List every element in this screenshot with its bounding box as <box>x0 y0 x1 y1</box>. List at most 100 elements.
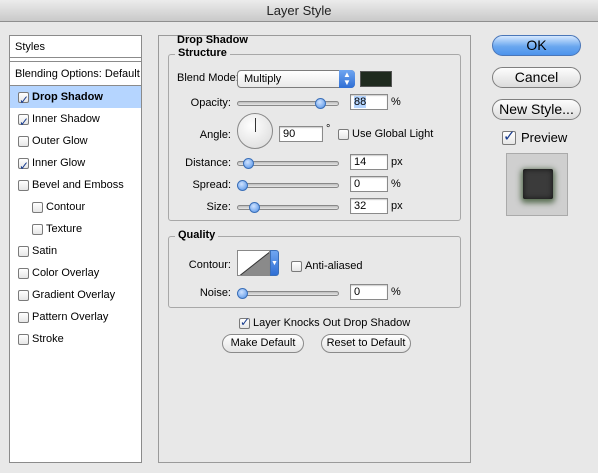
sidebar-item-gradient-overlay[interactable]: Gradient Overlay <box>10 284 141 306</box>
spread-unit: % <box>391 178 401 190</box>
sidebar-item-label: Contour <box>46 201 86 213</box>
sidebar-item-inner-shadow[interactable]: Inner Shadow <box>10 108 141 133</box>
sidebar-item-label: Stroke <box>32 333 64 345</box>
sidebar-item-label: Satin <box>32 245 58 257</box>
shadow-color-swatch[interactable] <box>360 71 392 87</box>
window-title: Layer Style <box>0 0 598 22</box>
noise-slider[interactable] <box>237 288 339 299</box>
preview-checkbox[interactable] <box>502 127 516 145</box>
sidebar-item-label: Drop Shadow <box>32 91 103 103</box>
size-field[interactable]: 32 <box>350 198 388 214</box>
spread-slider[interactable] <box>237 180 339 191</box>
sidebar-item-checkbox[interactable] <box>18 155 29 177</box>
styles-list: Styles Blending Options: Default Drop Sh… <box>9 35 142 463</box>
angle-label: Angle: <box>199 129 231 141</box>
sidebar-item-pattern-overlay[interactable]: Pattern Overlay <box>10 306 141 328</box>
size-slider[interactable] <box>237 202 339 213</box>
style-preview-thumbnail <box>506 153 568 216</box>
chevron-down-icon[interactable]: ▼ <box>270 250 279 276</box>
sidebar-item-bevel-and-emboss[interactable]: Bevel and Emboss <box>10 174 141 196</box>
sidebar-item-checkbox[interactable] <box>18 267 29 279</box>
contour-curve-icon <box>239 251 269 275</box>
distance-label: Distance: <box>185 157 231 169</box>
angle-field[interactable]: 90 <box>279 126 323 142</box>
angle-dial-icon[interactable] <box>237 113 273 149</box>
preview-option[interactable]: Preview <box>502 127 568 145</box>
distance-field[interactable]: 14 <box>350 154 388 170</box>
distance-unit: px <box>391 156 403 168</box>
sidebar-item-checkbox[interactable] <box>18 89 29 111</box>
sidebar-item-label: Inner Shadow <box>32 113 100 125</box>
sidebar-item-checkbox[interactable] <box>18 245 29 257</box>
spread-field[interactable]: 0 <box>350 176 388 192</box>
size-unit: px <box>391 200 403 212</box>
knockout-label: Layer Knocks Out Drop Shadow <box>253 317 411 329</box>
sidebar-item-checkbox[interactable] <box>32 201 43 213</box>
up-down-arrows-icon: ▲ ▼ <box>339 70 355 88</box>
size-label: Size: <box>206 201 231 213</box>
contour-label: Contour: <box>188 259 231 271</box>
sidebar-item-checkbox[interactable] <box>18 289 29 301</box>
new-style-button[interactable]: New Style... <box>492 99 581 120</box>
sidebar-item-checkbox[interactable] <box>18 333 29 345</box>
quality-title: Quality <box>175 229 219 241</box>
noise-label: Noise: <box>199 287 231 299</box>
sidebar-item-satin[interactable]: Satin <box>10 240 141 262</box>
sidebar-item-stroke[interactable]: Stroke <box>10 328 141 350</box>
distance-slider[interactable] <box>237 158 339 169</box>
spread-label: Spread: <box>192 179 231 191</box>
sidebar-item-label: Gradient Overlay <box>32 289 116 301</box>
global-light-checkbox[interactable] <box>338 128 349 140</box>
blending-options-item[interactable]: Blending Options: Default <box>10 61 141 86</box>
sidebar-item-drop-shadow[interactable]: Drop Shadow <box>10 86 141 111</box>
sidebar-item-checkbox[interactable] <box>18 111 29 133</box>
structure-title: Structure <box>175 47 230 59</box>
angle-unit: ° <box>326 123 331 135</box>
panel-title: Drop Shadow <box>177 34 248 46</box>
sidebar-item-checkbox[interactable] <box>18 179 29 191</box>
sidebar-item-color-overlay[interactable]: Color Overlay <box>10 262 141 284</box>
blend-mode-select[interactable]: Multiply ▲ ▼ <box>237 70 355 88</box>
global-light-option[interactable]: Use Global Light <box>338 128 433 140</box>
sidebar-item-texture[interactable]: Texture <box>10 218 141 240</box>
anti-aliased-checkbox[interactable] <box>291 260 302 272</box>
distance-slider-thumb[interactable] <box>243 158 255 169</box>
quality-group: Quality Contour: ▼ Anti-aliased Noise: 0… <box>168 229 461 308</box>
drop-shadow-panel: Drop Shadow Structure Blend Mode: Multip… <box>158 34 471 463</box>
sidebar-item-label: Pattern Overlay <box>32 311 109 323</box>
contour-picker[interactable] <box>237 250 270 276</box>
sidebar-item-checkbox[interactable] <box>18 135 29 147</box>
knockout-option[interactable]: Layer Knocks Out Drop Shadow <box>239 315 411 329</box>
opacity-field[interactable]: 88 <box>350 94 388 110</box>
preview-label: Preview <box>521 130 568 145</box>
sidebar-item-label: Outer Glow <box>32 135 88 147</box>
opacity-slider-thumb[interactable] <box>315 98 327 109</box>
sidebar-item-outer-glow[interactable]: Outer Glow <box>10 130 141 152</box>
opacity-unit: % <box>391 96 401 108</box>
anti-aliased-label: Anti-aliased <box>305 260 363 272</box>
ok-button[interactable]: OK <box>492 35 581 56</box>
sidebar-item-label: Bevel and Emboss <box>32 179 124 191</box>
opacity-label: Opacity: <box>190 97 231 109</box>
styles-header[interactable]: Styles <box>10 36 141 58</box>
sidebar-item-checkbox[interactable] <box>32 223 43 235</box>
opacity-slider[interactable] <box>237 98 339 109</box>
sidebar-item-inner-glow[interactable]: Inner Glow <box>10 152 141 177</box>
noise-unit: % <box>391 286 401 298</box>
reset-to-default-button[interactable]: Reset to Default <box>321 334 411 353</box>
sidebar-item-contour[interactable]: Contour <box>10 196 141 218</box>
structure-group: Structure Blend Mode: Multiply ▲ ▼ Opacit… <box>168 47 461 221</box>
sidebar-item-label: Color Overlay <box>32 267 100 279</box>
preview-square <box>523 169 553 199</box>
spread-slider-thumb[interactable] <box>237 180 248 191</box>
sidebar-item-checkbox[interactable] <box>18 311 29 323</box>
anti-aliased-option[interactable]: Anti-aliased <box>291 260 362 272</box>
noise-slider-thumb[interactable] <box>237 288 248 299</box>
global-light-label: Use Global Light <box>352 128 434 140</box>
cancel-button[interactable]: Cancel <box>492 67 581 88</box>
noise-field[interactable]: 0 <box>350 284 388 300</box>
knockout-checkbox[interactable] <box>239 315 250 329</box>
make-default-button[interactable]: Make Default <box>222 334 304 353</box>
blend-mode-label: Blend Mode: <box>177 72 239 84</box>
size-slider-thumb[interactable] <box>248 202 260 213</box>
